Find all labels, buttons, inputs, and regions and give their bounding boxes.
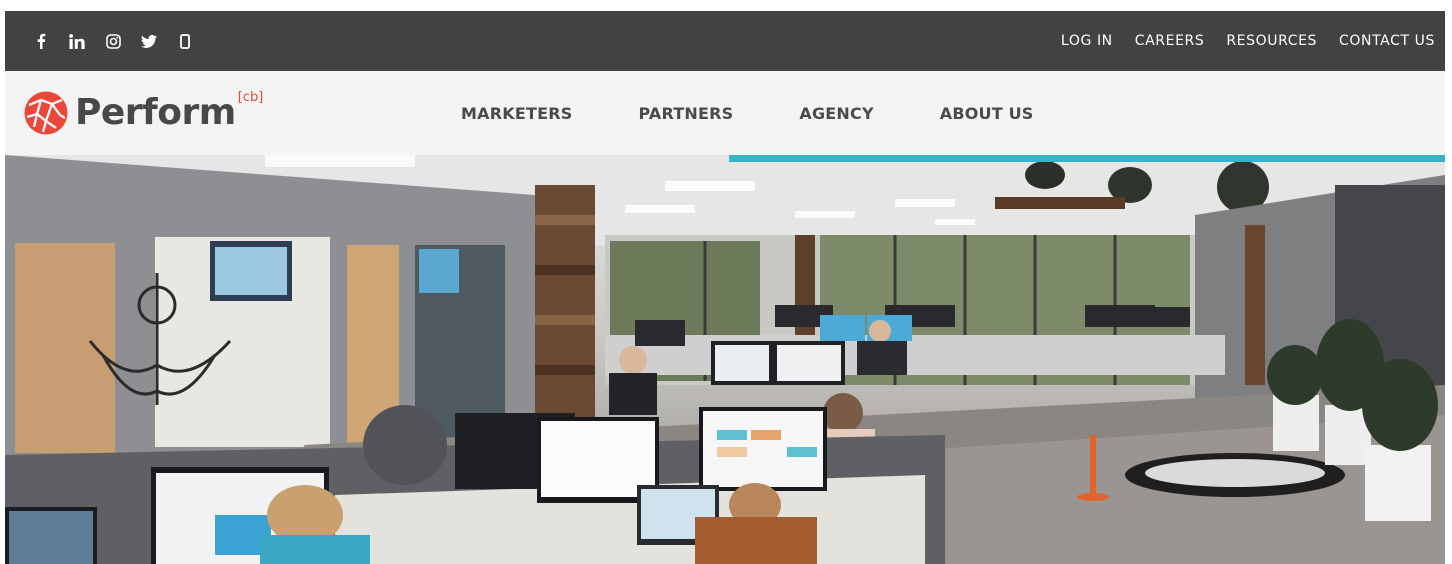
hero-office-photo xyxy=(5,155,1445,564)
nav-partners[interactable]: PARTNERS xyxy=(638,104,733,123)
twitter-icon[interactable] xyxy=(131,11,167,71)
resources-link[interactable]: RESOURCES xyxy=(1226,33,1317,49)
nav-marketers[interactable]: MARKETERS xyxy=(461,104,572,123)
mobile-icon[interactable] xyxy=(167,11,203,71)
site-frame: LOG IN CAREERS RESOURCES CONTACT US Perf… xyxy=(5,11,1445,564)
social-links xyxy=(23,11,203,71)
brand-name: Perform xyxy=(75,92,236,133)
nav-accent-bar xyxy=(729,155,1445,162)
top-utility-bar: LOG IN CAREERS RESOURCES CONTACT US xyxy=(5,11,1445,71)
nav-agency[interactable]: AGENCY xyxy=(799,104,873,123)
primary-nav: MARKETERS PARTNERS AGENCY ABOUT US xyxy=(461,71,1100,155)
linkedin-icon[interactable] xyxy=(59,11,95,71)
facebook-icon[interactable] xyxy=(23,11,59,71)
log-in-link[interactable]: LOG IN xyxy=(1061,33,1113,49)
main-navigation: Perform [cb] MARKETERS PARTNERS AGENCY A… xyxy=(5,71,1445,155)
office-illustration xyxy=(5,155,1445,564)
nav-about-us[interactable]: ABOUT US xyxy=(940,104,1034,123)
contact-us-link[interactable]: CONTACT US xyxy=(1339,33,1435,49)
careers-link[interactable]: CAREERS xyxy=(1135,33,1205,49)
brand-logo[interactable]: Perform [cb] xyxy=(23,90,263,136)
brand-superscript: [cb] xyxy=(237,90,264,105)
instagram-icon[interactable] xyxy=(95,11,131,71)
globe-logo-icon xyxy=(24,91,68,135)
utility-links: LOG IN CAREERS RESOURCES CONTACT US xyxy=(1039,11,1435,71)
